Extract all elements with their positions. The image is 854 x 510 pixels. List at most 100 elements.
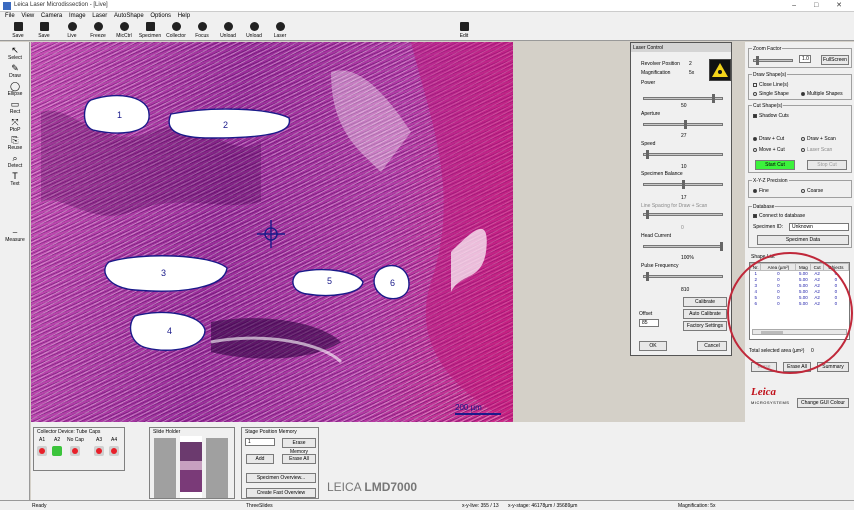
bottom-panel: Collector Device: Tube Caps A1 A2 No Cap…: [31, 422, 751, 500]
slot-nocap-label: No Cap: [67, 437, 84, 443]
tool-text[interactable]: T Text: [2, 171, 28, 188]
toolbar-save-as-button[interactable]: Save: [32, 22, 56, 39]
menu-help[interactable]: Help: [178, 13, 190, 19]
menu-image[interactable]: Image: [69, 13, 86, 19]
line-spacing-value: 0: [681, 225, 684, 231]
cancel-button[interactable]: Cancel: [697, 341, 727, 351]
toolbar: Save Save Live Freeze MicCtrl Specimen C…: [0, 21, 854, 41]
menu-laser[interactable]: Laser: [92, 13, 107, 19]
zoom-slider[interactable]: [753, 56, 793, 65]
shadow-cuts-checkbox[interactable]: Shadow Cuts: [753, 113, 789, 119]
toolbar-laser-button[interactable]: Laser: [268, 22, 292, 39]
toolbar-focus-button[interactable]: Focus: [190, 22, 214, 39]
close-lines-checkbox[interactable]: Close Line(s): [753, 82, 788, 88]
tool-draw[interactable]: ✎ Draw: [2, 64, 28, 80]
offset-field[interactable]: 85: [639, 319, 659, 327]
revolver-label: Revolver Position: [641, 61, 680, 67]
fine-radio[interactable]: Fine: [753, 188, 769, 194]
slide-3[interactable]: [206, 438, 228, 498]
factory-settings-button[interactable]: Factory Settings: [683, 321, 727, 331]
toolbar-freeze-button[interactable]: Freeze: [86, 22, 110, 39]
status-magnification: Magnification: 5x: [678, 503, 716, 509]
calibrate-button[interactable]: Calibrate: [683, 297, 727, 307]
toolbar-unload-2-button[interactable]: Unload: [242, 22, 266, 39]
slot-a1-button[interactable]: [37, 446, 47, 456]
minimize-button[interactable]: –: [792, 2, 804, 9]
status-bar: Ready ThreeSlides x-y-live: 355 / 13 x-y…: [0, 500, 854, 510]
connect-database-checkbox[interactable]: Connect to database: [753, 213, 805, 219]
power-slider[interactable]: [643, 94, 723, 103]
draw-scan-radio[interactable]: Draw + Scan: [801, 136, 836, 142]
change-gui-colour-button[interactable]: Change GUI Colour: [797, 398, 849, 408]
position-select[interactable]: 1: [245, 438, 275, 446]
toolbar-micctrl-button[interactable]: MicCtrl: [112, 22, 136, 39]
head-current-label: Head Current: [641, 233, 672, 239]
slot-nocap-button[interactable]: [70, 446, 80, 456]
balance-slider[interactable]: [643, 180, 723, 189]
shape-1-label: 1: [117, 110, 122, 120]
coarse-radio[interactable]: Coarse: [801, 188, 823, 194]
erase-memory-button[interactable]: Erase Memory: [282, 438, 316, 455]
auto-calibrate-button[interactable]: Auto Calibrate: [683, 309, 727, 319]
tool-ellipse[interactable]: ◯ Ellipse: [2, 81, 28, 98]
menu-options[interactable]: Options: [150, 13, 171, 19]
single-shape-radio[interactable]: Single Shape: [753, 91, 789, 97]
specimen-data-button[interactable]: Specimen Data: [757, 235, 849, 245]
erase-all-positions-button[interactable]: Erase All: [282, 454, 316, 464]
pulse-frequency-slider[interactable]: [643, 272, 723, 281]
balance-label: Specimen Balance: [641, 171, 683, 177]
menu-view[interactable]: View: [21, 13, 34, 19]
precision-group: X-Y-Z Precision Fine Coarse: [748, 178, 852, 198]
fullscreen-button[interactable]: FullScreen: [821, 55, 849, 65]
slide-1[interactable]: [154, 438, 176, 498]
toolbar-live-button[interactable]: Live: [60, 22, 84, 39]
tool-measure[interactable]: ⎯ Measure: [2, 228, 28, 244]
start-cut-button[interactable]: Start Cut: [755, 160, 795, 170]
slide-2[interactable]: [180, 436, 202, 498]
slot-a2-button[interactable]: [52, 446, 62, 456]
slot-a3-button[interactable]: [94, 446, 104, 456]
microscope-image[interactable]: 1 2 3 4 5 6 200 µm: [31, 42, 513, 422]
shape-overlay: 1 2 3 4 5 6 200 µm: [41, 42, 513, 422]
toolbar-specimen-button[interactable]: Specimen: [138, 22, 162, 39]
menu-file[interactable]: File: [5, 13, 15, 19]
tool-reuse[interactable]: ⎘ Reuse: [2, 136, 28, 152]
move-cut-radio[interactable]: Move + Cut: [753, 147, 785, 153]
toolbar-edit-button[interactable]: Edit: [452, 22, 476, 39]
ellipse-icon: ◯: [9, 81, 21, 91]
shape-2-outline[interactable]: [168, 108, 291, 139]
create-fast-overview-button[interactable]: Create Fast Overview: [246, 488, 316, 498]
close-button[interactable]: ✕: [836, 2, 850, 9]
tool-ptop[interactable]: ⤧ PtoP: [2, 118, 28, 134]
slot-a4-button[interactable]: [109, 446, 119, 456]
zoom-field[interactable]: 1.0: [799, 55, 811, 63]
stop-cut-button[interactable]: Stop Cut: [807, 160, 847, 170]
power-label: Power: [641, 80, 656, 86]
menu-camera[interactable]: Camera: [41, 13, 62, 19]
tool-select[interactable]: ↖ Select: [2, 46, 28, 62]
toolbar-collector-button[interactable]: Collector: [164, 22, 188, 39]
toolbar-unload-button[interactable]: Unload: [216, 22, 240, 39]
collector-title: Collector Device: Tube Caps: [37, 429, 101, 435]
aperture-slider[interactable]: [643, 120, 723, 129]
text-icon: T: [12, 171, 18, 181]
laser-scan-radio[interactable]: Laser Scan: [801, 147, 832, 153]
rect-icon: ▭: [10, 99, 20, 109]
specimen-id-field[interactable]: Unknown: [789, 223, 849, 231]
line-spacing-slider[interactable]: [643, 210, 723, 219]
head-current-slider[interactable]: [643, 242, 723, 251]
tool-rect[interactable]: ▭ Rect: [2, 99, 28, 116]
add-position-button[interactable]: Add: [246, 454, 274, 464]
toolbar-save-button[interactable]: Save: [6, 22, 30, 39]
title-bar: Leica Laser Microdissection - [Live] – □…: [0, 0, 854, 12]
slot-a4-label: A4: [111, 437, 118, 443]
draw-shapes-title: Draw Shape(s): [752, 72, 788, 78]
tool-detect[interactable]: ⌕ Detect: [2, 154, 28, 170]
specimen-overview-button[interactable]: Specimen Overview...: [246, 473, 316, 483]
multiple-shapes-radio[interactable]: Multiple Shapes: [801, 91, 843, 97]
ok-button[interactable]: OK: [639, 341, 667, 351]
draw-cut-radio[interactable]: Draw + Cut: [753, 136, 784, 142]
menu-autoshape[interactable]: AutoShape: [114, 13, 144, 19]
maximize-button[interactable]: □: [814, 2, 826, 9]
speed-slider[interactable]: [643, 150, 723, 159]
